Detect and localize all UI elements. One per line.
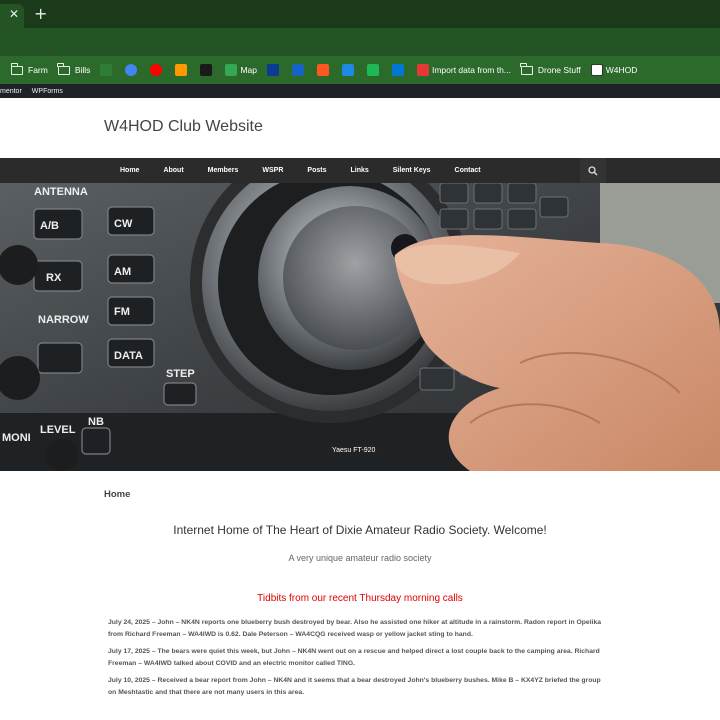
bookmarks-bar: Farm Bills Map Import data from th... Drone … [0,56,720,84]
browser-tabstrip: ✕ + [0,0,720,28]
bookmark-item[interactable] [337,59,362,81]
nav-item-home[interactable]: Home [108,167,151,174]
favicon-icon [590,64,603,76]
radio-label: MONI [2,432,31,444]
favicon-icon [200,64,213,76]
nav-item-about[interactable]: About [151,167,195,174]
browser-toolbar [0,28,720,56]
main-nav: Home About Members WSPR Posts Links Silent Key… [0,158,720,183]
radio-label: A/B [40,220,59,232]
radio-button-shape [163,382,197,406]
favicon-icon [100,64,113,76]
folder-icon [10,62,23,75]
bookmark-item[interactable] [145,59,170,81]
favicon-icon [366,64,379,76]
radio-label: STEP [166,368,195,380]
favicon-icon [266,64,279,76]
site-header: W4HOD Club Website [0,98,720,158]
search-button[interactable] [580,158,606,183]
tidbits-heading: Tidbits from our recent Thursday morning… [257,593,463,604]
favicon-icon [391,64,404,76]
favicon-icon [341,64,354,76]
close-tab-icon[interactable]: ✕ [9,7,19,21]
favicon-icon [225,64,238,76]
nav-item-posts[interactable]: Posts [295,167,338,174]
search-icon [588,165,598,175]
bookmark-item[interactable]: Map [220,59,262,81]
page-content: Home Internet Home of The Heart of Dixie… [0,471,720,720]
radio-label: RX [46,272,62,284]
radio-label: FM [114,306,130,318]
folder-icon [57,62,70,75]
nav-item-silent-keys[interactable]: Silent Keys [381,167,443,174]
nav-item-wspr[interactable]: WSPR [250,167,295,174]
bookmark-item[interactable]: Import data from th... [412,59,516,81]
nav-item-contact[interactable]: Contact [443,167,493,174]
new-tab-button[interactable]: + [34,4,47,23]
bookmark-item[interactable] [262,59,287,81]
favicon-icon [125,64,138,76]
radio-photo: ANTENNA A/B RX NARROW CW AM FM DATA STEP MONI LEVE… [0,183,720,471]
wp-admin-bar: mentor WPForms [0,84,720,98]
bookmark-item[interactable] [195,59,220,81]
bookmark-item[interactable]: Farm [6,59,53,81]
favicon-icon [416,64,429,76]
wp-admin-item[interactable]: WPForms [32,88,63,95]
bookmark-item[interactable] [287,59,312,81]
bookmark-label: W4HOD [605,65,638,75]
news-entry: July 10, 2025 – Received a bear report f… [108,677,601,696]
bookmark-item[interactable] [387,59,412,81]
bookmark-item[interactable] [312,59,337,81]
breadcrumb: Home [104,489,131,500]
bookmark-item[interactable]: Drone Stuff [516,59,586,81]
subtitle: A very unique amateur radio society [288,553,432,563]
radio-label: AM [114,266,131,278]
bookmark-label: Farm [28,65,48,75]
radio-button-shape [37,342,83,374]
hero-image: ANTENNA A/B RX NARROW CW AM FM DATA STEP MONI LEVE… [0,183,720,471]
wp-admin-item[interactable]: mentor [0,88,22,95]
bookmark-item[interactable] [120,59,145,81]
bookmark-item[interactable]: Bills [53,59,96,81]
favicon-icon [316,64,329,76]
news-entry: July 24, 2025 – John – NK4N reports one … [108,619,602,638]
bookmark-item[interactable] [362,59,387,81]
bookmark-label: Drone Stuff [537,65,581,75]
news-entry: July 17, 2025 – The bears were quiet thi… [108,648,600,667]
folder-icon [520,62,533,75]
bookmark-item[interactable]: W4HOD [586,59,643,81]
favicon-icon [291,64,304,76]
radio-label: LEVEL [40,424,76,436]
radio-label: ANTENNA [34,186,88,198]
bookmark-label: Import data from th... [431,65,511,75]
bookmark-label: Map [240,65,257,75]
radio-label: NARROW [38,314,89,326]
favicon-icon [150,64,163,76]
radio-label: CW [114,218,133,230]
radio-label: NB [88,416,104,428]
radio-label: DATA [114,350,143,362]
nav-item-members[interactable]: Members [196,167,251,174]
welcome-heading: Internet Home of The Heart of Dixie Amat… [173,523,547,537]
site-title[interactable]: W4HOD Club Website [104,118,263,136]
bookmark-label: Bills [74,65,91,75]
radio-button-shape [81,427,111,455]
bookmark-item[interactable] [170,59,195,81]
favicon-icon [175,64,188,76]
bookmark-item[interactable] [95,59,120,81]
nav-item-links[interactable]: Links [338,167,380,174]
hero-caption: Yaesu FT-920 [324,443,384,458]
